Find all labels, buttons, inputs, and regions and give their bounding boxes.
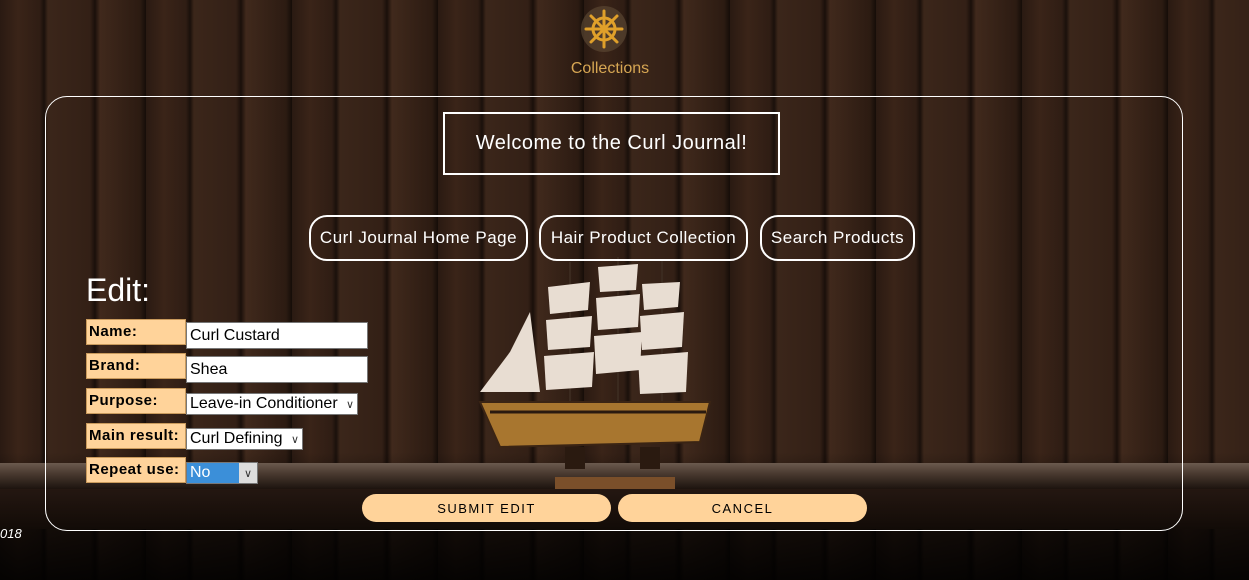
repeat-use-label: Repeat use: <box>86 457 186 483</box>
chevron-down-icon: ∨ <box>290 433 299 446</box>
repeat-use-select-value: No <box>187 463 239 483</box>
search-products-button[interactable]: Search Products <box>760 215 915 261</box>
welcome-banner: Welcome to the Curl Journal! <box>443 112 780 175</box>
main-result-select[interactable]: Curl Defining ∨ <box>186 428 303 450</box>
cancel-button[interactable]: CANCEL <box>618 494 867 522</box>
home-page-button[interactable]: Curl Journal Home Page <box>309 215 528 261</box>
chevron-down-icon: ∨ <box>239 463 257 483</box>
purpose-select-value: Leave-in Conditioner <box>190 395 338 412</box>
name-input[interactable] <box>186 322 368 349</box>
brand-label: Brand: <box>86 353 186 379</box>
ship-wheel-icon[interactable] <box>581 6 627 52</box>
footer-text: 018 <box>0 526 22 541</box>
edit-title: Edit: <box>86 272 151 308</box>
name-label: Name: <box>86 319 186 345</box>
main-result-label: Main result: <box>86 423 186 449</box>
hair-product-collection-button[interactable]: Hair Product Collection <box>539 215 748 261</box>
purpose-select[interactable]: Leave-in Conditioner ∨ <box>186 393 358 415</box>
submit-edit-button[interactable]: SUBMIT EDIT <box>362 494 611 522</box>
purpose-label: Purpose: <box>86 388 186 414</box>
collections-link[interactable]: Collections <box>560 60 660 78</box>
main-result-select-value: Curl Defining <box>190 430 283 447</box>
chevron-down-icon: ∨ <box>345 398 354 411</box>
brand-input[interactable] <box>186 356 368 383</box>
repeat-use-select[interactable]: No ∨ <box>186 462 258 484</box>
